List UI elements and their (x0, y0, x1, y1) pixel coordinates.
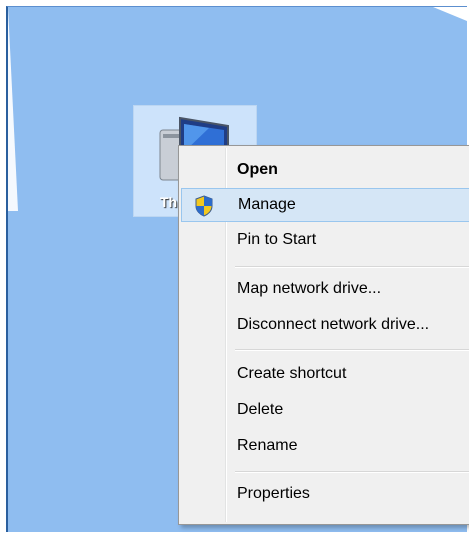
menu-item-open[interactable]: Open (181, 154, 469, 188)
window-corner-decoration (433, 7, 467, 21)
menu-item-properties[interactable]: Properties (181, 478, 469, 512)
context-menu: Open Manage Pin to Start Map network dri… (178, 145, 469, 525)
menu-item-manage[interactable]: Manage (181, 188, 469, 222)
menu-separator (235, 266, 469, 268)
menu-item-label: Properties (237, 485, 310, 502)
menu-separator (235, 349, 469, 351)
menu-item-label: Disconnect network drive... (237, 316, 430, 333)
menu-item-label: Delete (237, 401, 284, 418)
desktop-icon-label: Th (160, 194, 178, 210)
menu-item-map-network-drive[interactable]: Map network drive... (181, 273, 469, 307)
menu-item-label: Create shortcut (237, 365, 347, 382)
menu-item-create-shortcut[interactable]: Create shortcut (181, 358, 469, 392)
menu-item-rename[interactable]: Rename (181, 430, 469, 464)
menu-item-pin-to-start[interactable]: Pin to Start (181, 224, 469, 258)
menu-item-delete[interactable]: Delete (181, 394, 469, 428)
menu-separator (235, 471, 469, 473)
window-corner-decoration (8, 7, 18, 211)
uac-shield-icon (195, 195, 213, 217)
menu-item-label: Map network drive... (237, 280, 382, 297)
menu-item-label: Rename (237, 437, 298, 454)
menu-item-disconnect-network-drive[interactable]: Disconnect network drive... (181, 309, 469, 343)
menu-item-label: Manage (238, 196, 296, 213)
menu-item-label: Open (237, 161, 278, 178)
menu-item-label: Pin to Start (237, 231, 317, 248)
